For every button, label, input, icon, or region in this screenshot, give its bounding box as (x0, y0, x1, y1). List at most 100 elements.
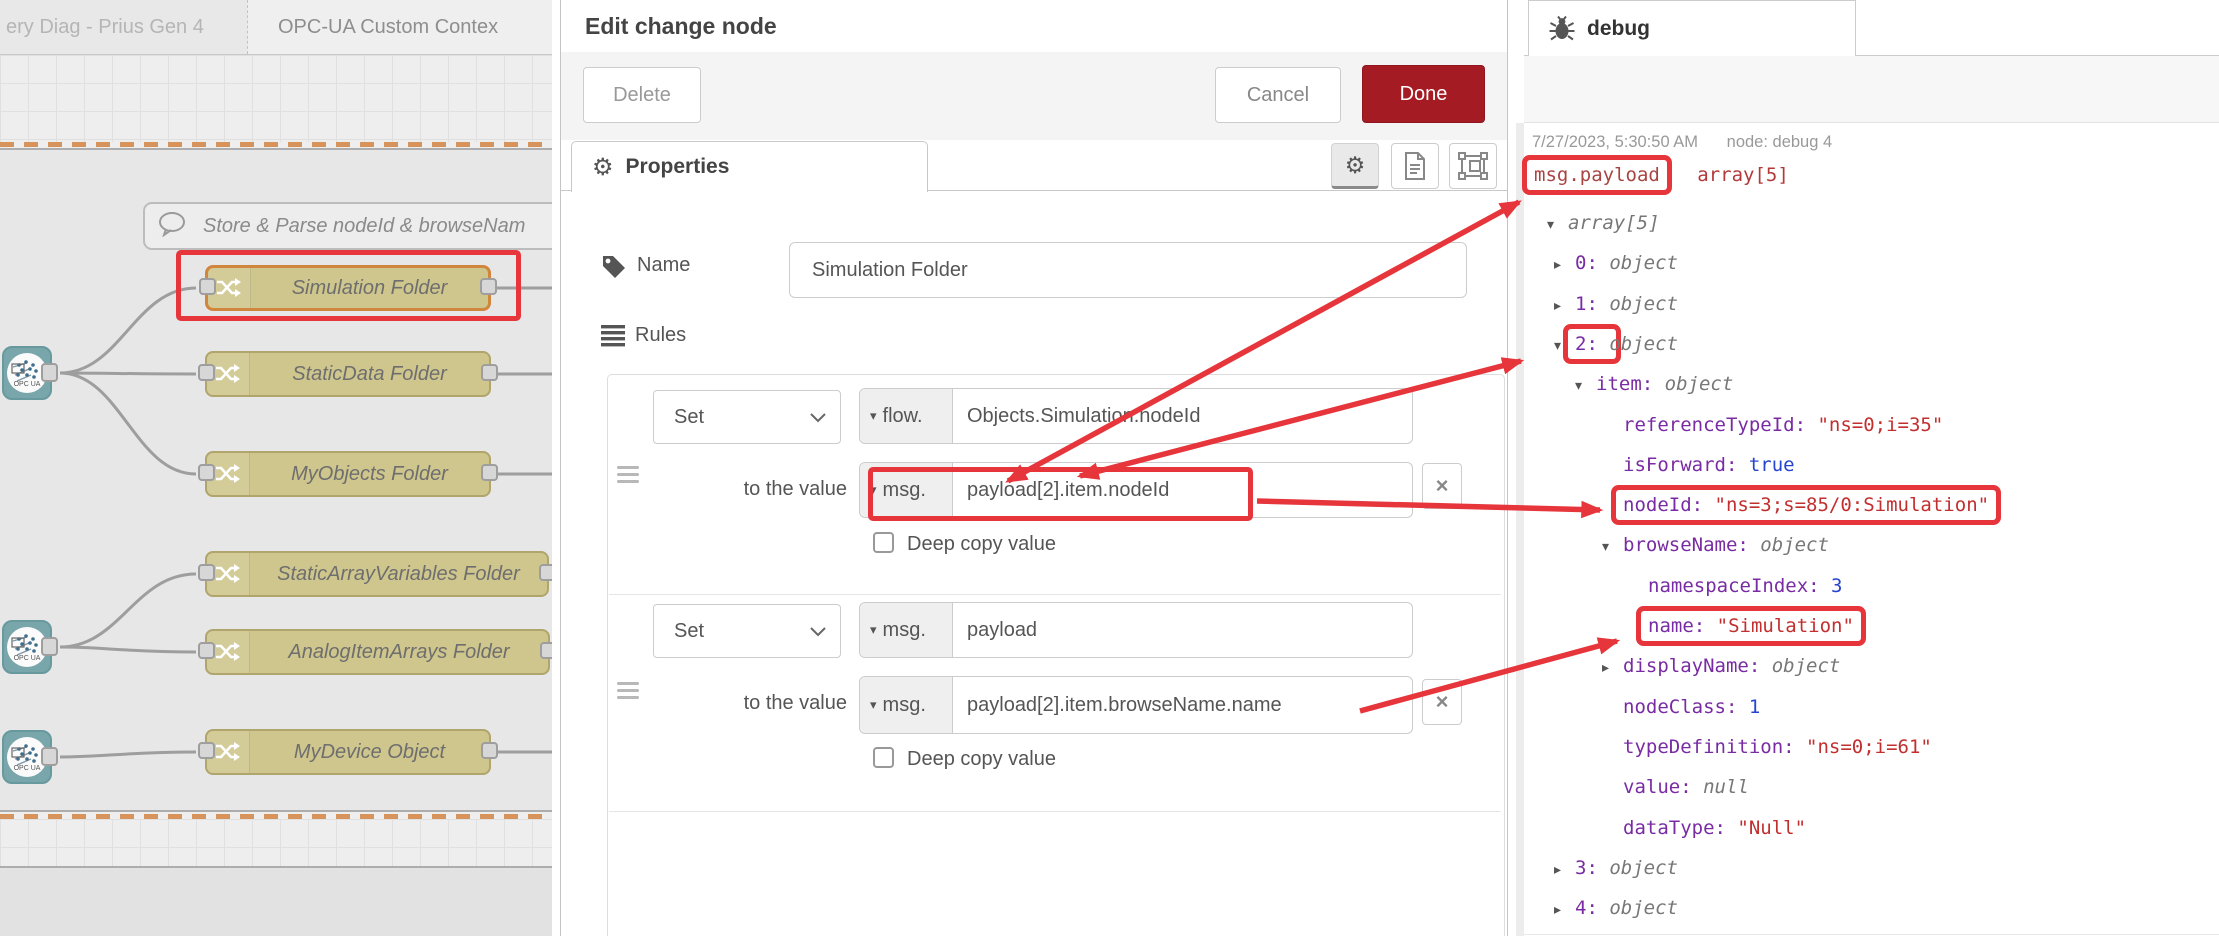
rule-value-input[interactable]: ▾ msg. payload[2].item.nodeId (859, 462, 1413, 518)
change-node[interactable]: MyObjects Folder (205, 451, 491, 497)
change-node-label: StaticArrayVariables Folder (250, 553, 547, 595)
name-field-row: Name (601, 252, 690, 278)
caret-down-icon: ▾ (870, 697, 877, 713)
debug-value: "ns=0;i=61" (1806, 736, 1932, 758)
panel-gap (1508, 0, 1524, 936)
rule-value-value: payload[2].item.nodeId (967, 479, 1169, 502)
node-output-port[interactable] (539, 564, 552, 581)
node-input-port[interactable] (198, 564, 215, 581)
debug-key: dataType: (1623, 817, 1726, 839)
opcua-server-node[interactable]: OPC UA (2, 346, 52, 400)
tab-properties[interactable]: ⚙ Properties (571, 141, 928, 192)
rule-action-select[interactable]: Set (653, 604, 841, 658)
typed-input-type-button[interactable]: ▾ msg. (860, 463, 953, 517)
change-node-label: MyObjects Folder (250, 453, 489, 495)
dialog-tab-row: ⚙ Properties ⚙ (561, 140, 1507, 191)
name-input[interactable] (789, 242, 1467, 298)
collapse-caret-icon[interactable]: ▾ (1547, 204, 1568, 244)
opcua-server-node[interactable]: OPC UA (2, 620, 52, 674)
rule-drag-handle[interactable] (617, 466, 639, 483)
gear-icon: ⚙ (1345, 152, 1366, 179)
tab-debug-label: debug (1587, 17, 1650, 41)
comment-node[interactable]: Store & Parse nodeId & browseNam (143, 202, 552, 250)
done-button[interactable]: Done (1362, 65, 1485, 123)
rule-value-input[interactable]: ▾ msg. payload[2].item.browseName.name (859, 676, 1413, 734)
description-tab-button[interactable] (1391, 143, 1439, 189)
typed-input-type-button[interactable]: ▾ flow. (860, 389, 953, 443)
change-node[interactable]: StaticData Folder (205, 351, 491, 397)
change-node[interactable]: Simulation Folder (205, 265, 491, 311)
debug-value: "Simulation" (1717, 615, 1854, 637)
debug-key: item: (1596, 373, 1653, 395)
node-output-port[interactable] (480, 278, 497, 295)
remove-rule-button[interactable]: × (1422, 679, 1462, 725)
comment-label: Store & Parse nodeId & browseNam (203, 215, 525, 238)
rule-separator (609, 594, 1501, 595)
cancel-button[interactable]: Cancel (1215, 67, 1341, 123)
tab-debug[interactable]: debug (1528, 0, 1856, 56)
expand-caret-icon[interactable]: ▸ (1554, 244, 1575, 284)
debug-key: browseName: (1623, 534, 1749, 556)
debug-key: nodeId: (1623, 494, 1703, 516)
deep-copy-checkbox[interactable] (873, 532, 894, 553)
rule-target-input[interactable]: ▾ flow. Objects.Simulation.nodeId (859, 388, 1413, 444)
typed-input-type-label: flow. (883, 405, 923, 428)
debug-source-node: node: debug 4 (1727, 133, 1833, 151)
deep-copy-checkbox[interactable] (873, 747, 894, 768)
node-input-port[interactable] (199, 278, 216, 295)
typed-input-type-label: msg. (883, 694, 926, 717)
rules-label: Rules (635, 324, 686, 347)
debug-message[interactable]: 7/27/2023, 5:30:50 AM node: debug 4 msg.… (1524, 123, 2219, 935)
debug-tree-row: nodeClass: 1 (1540, 687, 1760, 727)
debug-scrollbar[interactable] (1516, 123, 1524, 936)
expand-caret-icon[interactable]: ▸ (1554, 889, 1575, 929)
rule-drag-handle[interactable] (617, 682, 639, 699)
node-output-port[interactable] (481, 742, 498, 759)
remove-rule-button[interactable]: × (1422, 463, 1462, 509)
expand-caret-icon[interactable]: ▸ (1554, 285, 1575, 325)
collapse-caret-icon[interactable]: ▾ (1575, 365, 1596, 405)
appearance-tab-button[interactable] (1449, 143, 1497, 189)
node-output-port[interactable] (41, 637, 58, 656)
debug-key: name: (1648, 615, 1705, 637)
expand-caret-icon[interactable]: ▸ (1554, 849, 1575, 889)
debug-tree-row: typeDefinition: "ns=0;i=61" (1540, 727, 1932, 767)
node-input-port[interactable] (198, 364, 215, 381)
expand-caret-icon[interactable]: ▸ (1602, 647, 1623, 687)
opcua-server-node[interactable]: OPC UA (2, 730, 52, 784)
debug-value: object (1609, 293, 1678, 315)
node-input-port[interactable] (198, 742, 215, 759)
node-input-port[interactable] (198, 464, 215, 481)
node-output-port[interactable] (481, 464, 498, 481)
node-output-port[interactable] (41, 747, 58, 766)
debug-key: 1: (1575, 293, 1598, 315)
flow-tab-battery-diag[interactable]: ery Diag - Prius Gen 4 (0, 0, 252, 54)
debug-tree-row: name: "Simulation" (1540, 606, 1854, 646)
debug-payload-path[interactable]: msg.payload (1534, 164, 1660, 186)
rule-action-select[interactable]: Set (653, 390, 841, 444)
change-node[interactable]: StaticArrayVariables Folder (205, 551, 549, 597)
node-red-app: ery Diag - Prius Gen 4 OPC-UA Custom Con… (0, 0, 2219, 936)
collapse-caret-icon[interactable]: ▾ (1602, 526, 1623, 566)
debug-tree-row: dataType: "Null" (1540, 808, 1806, 848)
to-the-value-label: to the value (681, 692, 847, 715)
node-output-port[interactable] (540, 642, 552, 659)
change-node[interactable]: AnalogItemArrays Folder (205, 629, 550, 675)
debug-tabbar: debug (1524, 0, 2219, 56)
debug-key: referenceTypeId: (1623, 414, 1806, 436)
node-output-port[interactable] (41, 363, 58, 382)
rule-value-value: payload[2].item.browseName.name (967, 694, 1282, 717)
node-output-port[interactable] (481, 364, 498, 381)
properties-tab-button[interactable]: ⚙ (1331, 143, 1379, 189)
delete-button[interactable]: Delete (583, 67, 701, 123)
typed-input-type-button[interactable]: ▾ msg. (860, 677, 953, 733)
caret-down-icon: ▾ (870, 408, 877, 424)
node-input-port[interactable] (198, 642, 215, 659)
rule-target-value: Objects.Simulation.nodeId (967, 405, 1200, 428)
rule-target-input[interactable]: ▾ msg. payload (859, 602, 1413, 658)
typed-input-type-button[interactable]: ▾ msg. (860, 603, 953, 657)
debug-tree-row: nodeId: "ns=3;s=85/0:Simulation" (1540, 485, 1989, 525)
collapse-caret-icon[interactable]: ▾ (1554, 325, 1575, 365)
flow-tab-opcua-custom-context[interactable]: OPC-UA Custom Contex (247, 0, 552, 54)
change-node[interactable]: MyDevice Object (205, 729, 491, 775)
